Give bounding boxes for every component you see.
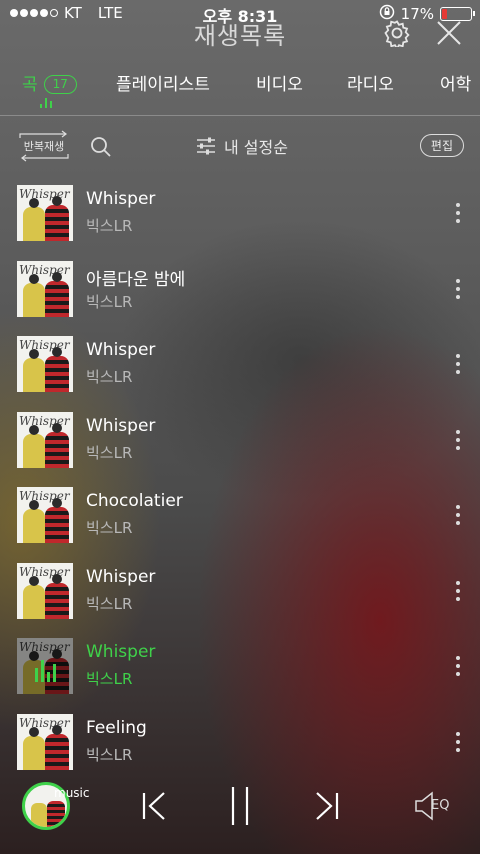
- song-list: Whisper Whisper 빅스LR Whisper 아름다운 밤에 빅스LR Whis…: [0, 171, 480, 775]
- tab-video[interactable]: 비디오: [256, 70, 303, 95]
- now-playing-bars-icon: [17, 638, 73, 694]
- player-bar: music EQ: [0, 766, 480, 854]
- list-toolbar: 반복재생 내 설정순 편집: [0, 126, 480, 168]
- album-cover: Whisper: [17, 562, 73, 619]
- repeat-label: 반복재생: [23, 140, 65, 153]
- music-service-label: music: [54, 786, 90, 800]
- song-title: Whisper: [86, 340, 156, 360]
- cover-title: Whisper: [19, 564, 70, 579]
- cover-title: Whisper: [19, 489, 70, 503]
- song-title: Chocolatier: [86, 491, 183, 511]
- song-artist: 빅스LR: [86, 670, 133, 688]
- song-row[interactable]: Whisper Feeling 빅스LR: [0, 700, 480, 776]
- tab-label: 곡: [22, 75, 38, 95]
- album-cover: Whisper: [17, 713, 73, 770]
- search-icon: [91, 137, 111, 157]
- more-options-icon[interactable]: [454, 203, 462, 223]
- category-tabs: 곡 17 플레이리스트 비디오 라디오 어학: [0, 66, 480, 116]
- song-row[interactable]: Whisper Whisper 빅스LR: [0, 322, 480, 398]
- song-artist: 빅스LR: [86, 745, 133, 764]
- previous-button[interactable]: [134, 786, 174, 826]
- close-button[interactable]: [434, 16, 464, 50]
- cover-title: Whisper: [19, 338, 70, 352]
- close-icon: [437, 21, 461, 45]
- more-options-icon[interactable]: [454, 505, 462, 525]
- song-artist: 빅스LR: [86, 368, 133, 386]
- song-row[interactable]: Whisper Whisper 빅스LR: [0, 549, 480, 625]
- cover-title: Whisper: [19, 262, 70, 277]
- song-title: Whisper: [86, 189, 156, 209]
- album-cover: Whisper: [17, 185, 73, 241]
- pause-button[interactable]: [220, 786, 260, 826]
- song-row[interactable]: Whisper Whisper 빅스LR: [0, 624, 480, 700]
- song-artist: 빅스LR: [86, 443, 133, 462]
- more-options-icon[interactable]: [454, 429, 462, 450]
- song-artist: 빅스LR: [86, 594, 133, 613]
- sort-button[interactable]: 내 설정순: [196, 134, 288, 158]
- song-artist: 빅스LR: [86, 292, 133, 311]
- next-button[interactable]: [307, 786, 347, 826]
- tab-playlist[interactable]: 플레이리스트: [116, 70, 210, 95]
- gear-icon: [384, 20, 410, 47]
- more-options-icon[interactable]: [454, 656, 462, 676]
- cover-title: Whisper: [19, 187, 70, 201]
- song-title: 아름다운 밤에: [86, 269, 186, 290]
- song-artist: 빅스LR: [86, 217, 133, 235]
- tab-songs[interactable]: 곡 17: [22, 70, 77, 95]
- song-count-badge: 17: [43, 75, 77, 94]
- edit-button[interactable]: 편집: [419, 134, 464, 157]
- album-cover: Whisper: [17, 411, 73, 468]
- song-row[interactable]: Whisper 아름다운 밤에빅스LR: [0, 247, 480, 323]
- sort-options-icon: [197, 137, 215, 155]
- settings-button[interactable]: [382, 16, 412, 50]
- song-title: Feeling: [86, 717, 147, 738]
- album-cover: Whisper: [17, 336, 73, 392]
- song-artist: 빅스LR: [86, 519, 133, 537]
- song-row[interactable]: Whisper Whisper 빅스LR: [0, 171, 480, 247]
- song-row[interactable]: Whisper Whisper 빅스LR: [0, 398, 480, 474]
- album-cover: Whisper: [17, 260, 73, 317]
- more-options-icon[interactable]: [454, 580, 462, 601]
- equalizer-button[interactable]: EQ: [414, 790, 458, 822]
- search-button[interactable]: [88, 134, 114, 160]
- next-icon: [316, 792, 339, 820]
- more-options-icon[interactable]: [454, 731, 462, 752]
- song-title: Whisper: [86, 642, 156, 662]
- song-title: Whisper: [86, 415, 156, 436]
- more-options-icon[interactable]: [454, 278, 462, 299]
- previous-icon: [142, 792, 165, 820]
- active-tab-indicator: [40, 98, 52, 108]
- tab-language[interactable]: 어학: [440, 70, 471, 95]
- song-title: Whisper: [86, 566, 156, 587]
- album-cover: Whisper: [17, 638, 73, 694]
- tab-radio[interactable]: 라디오: [347, 70, 394, 95]
- album-cover: Whisper: [17, 487, 73, 543]
- eq-label: EQ: [431, 798, 450, 813]
- sort-label: 내 설정순: [224, 138, 288, 157]
- cover-title: Whisper: [19, 715, 70, 730]
- cover-title: Whisper: [19, 413, 70, 428]
- more-options-icon[interactable]: [454, 354, 462, 374]
- repeat-button[interactable]: 반복재생: [16, 130, 72, 162]
- song-row[interactable]: Whisper Chocolatier 빅스LR: [0, 473, 480, 549]
- pause-icon: [231, 787, 249, 825]
